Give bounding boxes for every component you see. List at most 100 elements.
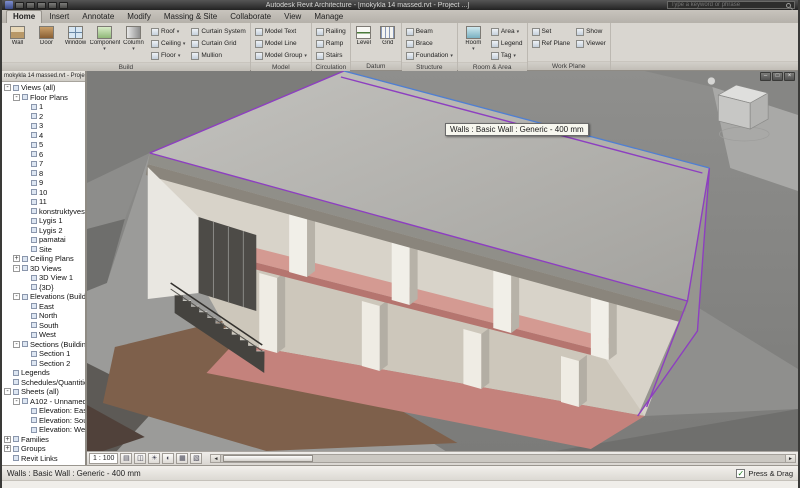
help-search[interactable] [667, 1, 795, 9]
tree-item[interactable]: Lygis 1 [2, 216, 85, 226]
panel-label-build[interactable]: Build [2, 62, 250, 71]
tab-view[interactable]: View [278, 11, 307, 23]
panel-label-datum[interactable]: Datum [350, 61, 401, 70]
view-close-button[interactable]: × [784, 72, 795, 81]
scale-button[interactable]: 1 : 100 [89, 453, 119, 464]
viewcube-home-icon[interactable] [707, 76, 716, 86]
tree-item-groups[interactable]: + Groups [2, 444, 85, 454]
detail-level-icon[interactable]: ▤ [120, 453, 133, 464]
dropdown-icon[interactable]: ▾ [472, 47, 475, 52]
dropdown-icon[interactable]: ▾ [177, 29, 180, 34]
model-group-button[interactable]: Model Group ▾ [253, 50, 309, 61]
project-browser-titlebar[interactable]: mokykla 14 massed.rvt - Project ... × [2, 71, 85, 82]
tab-annotate[interactable]: Annotate [76, 11, 120, 23]
tree-item-3d-views[interactable]: -3D Views [2, 264, 85, 274]
expander-icon[interactable]: - [13, 340, 20, 348]
tree-item[interactable]: 7 [2, 159, 85, 169]
show-button[interactable]: Show [574, 26, 608, 37]
tree-item[interactable]: Elevation: East [2, 406, 85, 416]
project-browser-tree[interactable]: - Views (all) - Floor Plans 1 2 3 4 5 6 7 … [2, 82, 85, 465]
ramp-button[interactable]: Ramp [314, 38, 348, 49]
tree-item[interactable]: East [2, 302, 85, 312]
tree-item-sheet-a102[interactable]: - A102 - Unnamed [2, 397, 85, 407]
tree-item[interactable]: 3D View 1 [2, 273, 85, 283]
tree-item[interactable]: Section 2 [2, 359, 85, 369]
tree-item[interactable]: 2 [2, 112, 85, 122]
mullion-button[interactable]: Mullion [189, 50, 247, 61]
tree-item[interactable]: 9 [2, 178, 85, 188]
view-minimize-button[interactable]: – [760, 72, 771, 81]
redo-button[interactable] [59, 1, 68, 9]
tree-item[interactable]: 5 [2, 140, 85, 150]
tree-item[interactable]: 10 [2, 188, 85, 198]
press-drag-checkbox[interactable]: ✓ [736, 468, 746, 478]
tree-item-elevations[interactable]: -Elevations (Building Elevatio [2, 292, 85, 302]
tab-collaborate[interactable]: Collaborate [224, 11, 277, 23]
tree-item[interactable]: Site [2, 245, 85, 255]
model-line-button[interactable]: Model Line [253, 38, 309, 49]
room-button[interactable]: Room ▾ [460, 24, 487, 61]
tree-item-families[interactable]: + Families [2, 435, 85, 445]
tree-item[interactable]: Section 1 [2, 349, 85, 359]
stairs-button[interactable]: Stairs [314, 50, 348, 61]
save-button[interactable] [26, 1, 35, 9]
tree-item[interactable]: konstruktyves [2, 207, 85, 217]
tree-item-revit-links[interactable]: Revit Links [2, 454, 85, 464]
tree-item[interactable]: Elevation: West [2, 425, 85, 435]
panel-label-structure[interactable]: Structure [401, 62, 457, 71]
tree-item[interactable]: 4 [2, 131, 85, 141]
undo-button[interactable] [48, 1, 57, 9]
tree-item[interactable]: Elevation: South [2, 416, 85, 426]
foundation-button[interactable]: Foundation ▾ [404, 50, 455, 61]
column-button[interactable]: Column ▾ [120, 24, 147, 61]
tab-home[interactable]: Home [6, 10, 43, 23]
window-button[interactable]: Window [62, 24, 89, 61]
search-input[interactable] [671, 2, 783, 8]
expander-icon[interactable]: + [4, 435, 11, 443]
print-button[interactable] [37, 1, 46, 9]
panel-label-work-plane[interactable]: Work Plane [527, 61, 610, 70]
app-icon[interactable] [5, 1, 13, 9]
dropdown-icon[interactable]: ▾ [517, 29, 520, 34]
expander-icon[interactable]: + [13, 255, 20, 263]
search-icon[interactable] [786, 2, 791, 8]
curtain-grid-button[interactable]: Curtain Grid [189, 38, 247, 49]
tree-item[interactable]: pamatai [2, 235, 85, 245]
set-button[interactable]: Set [530, 26, 573, 37]
dropdown-icon[interactable]: ▾ [304, 53, 307, 58]
3d-scene[interactable] [87, 71, 798, 451]
expander-icon[interactable]: - [13, 293, 20, 301]
tab-manage[interactable]: Manage [308, 11, 349, 23]
tree-item-ceiling-plans[interactable]: + Ceiling Plans [2, 254, 85, 264]
horizontal-scrollbar[interactable]: ◄ ► [210, 453, 796, 464]
visual-style-icon[interactable]: ◫ [134, 453, 147, 464]
level-button[interactable]: Level [353, 24, 375, 60]
dropdown-icon[interactable]: ▾ [103, 47, 106, 52]
floor-button[interactable]: Floor ▾ [149, 50, 187, 61]
tree-item[interactable]: 6 [2, 150, 85, 160]
expander-icon[interactable]: - [4, 84, 11, 92]
view-restore-button[interactable]: □ [772, 72, 783, 81]
panel-label-room-area[interactable]: Room & Area [457, 62, 527, 71]
expander-icon[interactable]: - [13, 397, 20, 405]
grid-button[interactable]: Grid [377, 24, 399, 60]
drawing-area[interactable]: – □ × Walls : Basic Wall : Generic - 400… [87, 71, 798, 465]
tree-item-schedules[interactable]: Schedules/Quantities [2, 378, 85, 388]
roof-button[interactable]: Roof ▾ [149, 26, 187, 37]
scroll-right-icon[interactable]: ► [785, 454, 796, 463]
model-text-button[interactable]: Model Text [253, 26, 309, 37]
tree-item-sheets[interactable]: - Sheets (all) [2, 387, 85, 397]
crop-region-icon[interactable]: ▧ [190, 453, 203, 464]
expander-icon[interactable]: - [13, 264, 20, 272]
scrollbar-thumb[interactable] [223, 455, 314, 462]
expander-icon[interactable]: - [4, 388, 11, 396]
ref-plane-button[interactable]: Ref Plane [530, 38, 573, 49]
ceiling-button[interactable]: Ceiling ▾ [149, 38, 187, 49]
tree-item-sections[interactable]: -Sections (Building Section) [2, 340, 85, 350]
tree-item[interactable]: 8 [2, 169, 85, 179]
tree-item[interactable]: 1 [2, 102, 85, 112]
curtain-system-button[interactable]: Curtain System [189, 26, 247, 37]
tab-insert[interactable]: Insert [43, 11, 75, 23]
railing-button[interactable]: Railing [314, 26, 348, 37]
dropdown-icon[interactable]: ▾ [132, 47, 135, 52]
